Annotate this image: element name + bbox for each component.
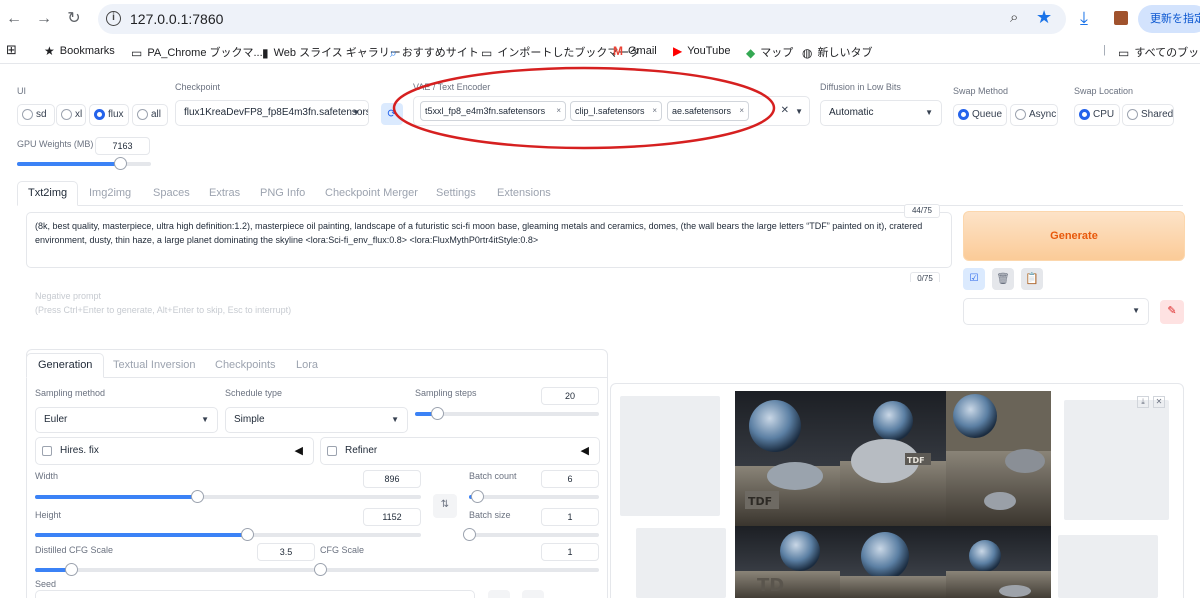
batch-count-label: Batch count (469, 471, 517, 481)
blurred-thumbnail (636, 528, 726, 598)
slider-thumb[interactable] (314, 563, 327, 576)
width-label: Width (35, 471, 59, 481)
sampling-steps-input[interactable]: 20 (541, 387, 599, 405)
prompt-token-counter: 44/75 (904, 204, 940, 218)
refiner-checkbox[interactable] (327, 446, 337, 456)
tab-img2img[interactable]: Img2img (89, 187, 131, 199)
tab-lora[interactable]: Lora (296, 359, 318, 371)
tab-settings[interactable]: Settings (436, 187, 476, 199)
image-tile[interactable]: TD (735, 526, 840, 598)
tab-checkpoint-merger[interactable]: Checkpoint Merger (325, 187, 418, 199)
batch-count-input[interactable]: 6 (541, 470, 599, 488)
schedule-type-select[interactable]: Simple ▼ (225, 407, 408, 433)
tab-textual-inversion[interactable]: Textual Inversion (113, 359, 196, 371)
refiner-label: Refiner (345, 445, 378, 456)
generate-button[interactable]: Generate (963, 211, 1185, 261)
gpu-weights-label: GPU Weights (MB) (17, 139, 94, 149)
prompt-textarea[interactable]: (8k, best quality, masterpiece, ultra hi… (26, 212, 952, 268)
sampling-method-value: Euler (44, 414, 68, 425)
styles-select[interactable]: ▼ (963, 298, 1149, 325)
svg-text:TDF: TDF (748, 495, 772, 508)
download-icon[interactable]: ⤓ (1137, 396, 1149, 408)
slider-fill (35, 533, 248, 537)
hires-fix-label: Hires. fix (60, 445, 99, 456)
slider-thumb[interactable] (463, 528, 476, 541)
subtabs-divider (26, 377, 608, 378)
sampling-steps-label: Sampling steps (415, 388, 477, 398)
svg-text:TDF: TDF (907, 456, 925, 465)
checkbox-icon[interactable]: ☑ (963, 268, 985, 290)
cfg-scale-input[interactable]: 1 (541, 543, 599, 561)
hires-fix-checkbox[interactable] (42, 446, 52, 456)
tabs-divider (17, 205, 1183, 206)
schedule-type-label: Schedule type (225, 388, 283, 398)
random-seed-icon[interactable] (488, 590, 510, 598)
clipboard-icon[interactable]: 📋 (1021, 268, 1043, 290)
distilled-cfg-label: Distilled CFG Scale (35, 545, 114, 555)
generation-panel (26, 349, 608, 598)
slider-thumb[interactable] (470, 490, 484, 503)
batch-size-input[interactable]: 1 (541, 508, 599, 526)
generated-image-grid[interactable]: TDF TDF TD (735, 391, 1051, 598)
blurred-thumbnail (1058, 535, 1158, 598)
tab-png-info[interactable]: PNG Info (260, 187, 305, 199)
reuse-seed-icon[interactable] (522, 590, 544, 598)
batch-count-slider[interactable] (469, 490, 599, 503)
refiner-accordion[interactable]: Refiner ◀ (320, 437, 600, 465)
edit-icon[interactable]: ✎ (1160, 300, 1184, 324)
batch-size-slider[interactable] (463, 528, 599, 541)
cfg-scale-slider[interactable] (314, 563, 599, 576)
image-tile[interactable] (840, 526, 946, 598)
swap-dimensions-icon[interactable]: ⇅ (433, 494, 457, 518)
tab-extensions[interactable]: Extensions (497, 187, 551, 199)
height-input[interactable]: 1152 (363, 508, 421, 526)
slider-thumb[interactable] (431, 407, 445, 420)
trash-icon[interactable]: 🗑 (992, 268, 1014, 290)
image-tile[interactable]: TDF (840, 391, 946, 526)
schedule-type-value: Simple (234, 414, 265, 425)
tab-checkpoints[interactable]: Checkpoints (215, 359, 276, 371)
close-icon[interactable]: ✕ (1153, 396, 1165, 408)
blurred-thumbnail (1064, 400, 1169, 520)
image-tile[interactable]: TDF (735, 391, 840, 526)
chevron-down-icon: ▼ (201, 415, 209, 424)
tab-txt2img[interactable]: Txt2img (17, 181, 79, 206)
sampling-method-select[interactable]: Euler ▼ (35, 407, 218, 433)
collapse-icon[interactable]: ◀ (295, 438, 303, 464)
sampling-steps-slider[interactable] (415, 407, 599, 420)
seed-label: Seed (35, 579, 57, 589)
distilled-cfg-input[interactable]: 3.5 (257, 543, 315, 561)
svg-text:TD: TD (757, 575, 784, 596)
gpu-weights-input[interactable]: 7163 (95, 137, 150, 155)
page: { "browser":{"url":"127.0.0.1:7860","upd… (0, 0, 1200, 598)
gpu-weights-slider[interactable] (17, 157, 151, 170)
tab-generation[interactable]: Generation (26, 353, 105, 378)
cfg-scale-label: CFG Scale (320, 545, 365, 555)
chevron-down-icon: ▼ (1132, 306, 1140, 315)
width-slider[interactable] (35, 490, 421, 503)
distilled-cfg-slider[interactable] (35, 563, 315, 576)
hires-fix-accordion[interactable]: Hires. fix ◀ (35, 437, 314, 465)
tab-extras[interactable]: Extras (209, 187, 240, 199)
negative-prompt-textarea[interactable]: Negative prompt (Press Ctrl+Enter to gen… (26, 282, 952, 337)
collapse-icon[interactable]: ◀ (581, 438, 589, 464)
image-tile[interactable] (946, 526, 1051, 598)
seed-input[interactable] (35, 590, 475, 598)
height-label: Height (35, 510, 62, 520)
batch-size-label: Batch size (469, 510, 511, 520)
image-tile[interactable] (946, 391, 1051, 526)
chevron-down-icon: ▼ (391, 415, 399, 424)
height-slider[interactable] (35, 528, 421, 541)
slider-fill (35, 495, 198, 499)
blurred-thumbnail (620, 396, 720, 516)
red-annotation-ellipse (392, 66, 776, 150)
slider-fill (17, 162, 121, 166)
width-input[interactable]: 896 (363, 470, 421, 488)
tab-spaces[interactable]: Spaces (153, 187, 190, 199)
sampling-method-label: Sampling method (35, 388, 106, 398)
